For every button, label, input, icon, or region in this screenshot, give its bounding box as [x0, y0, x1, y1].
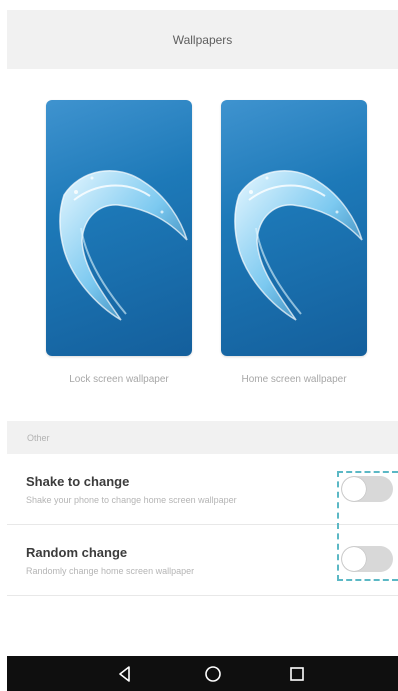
toggle-knob — [342, 547, 366, 571]
home-screen-wallpaper-label: Home screen wallpaper — [241, 374, 347, 385]
back-icon — [119, 665, 130, 682]
toggle-knob — [342, 477, 366, 501]
lock-screen-wallpaper-label: Lock screen wallpaper — [69, 374, 169, 385]
home-screen-wallpaper-thumbnail[interactable] — [221, 100, 367, 356]
setting-title: Shake to change — [26, 474, 130, 489]
recent-apps-button[interactable] — [277, 656, 317, 691]
home-button[interactable] — [193, 656, 233, 691]
water-splash-icon — [59, 170, 188, 321]
navigation-bar — [7, 656, 398, 691]
random-change-toggle[interactable] — [341, 546, 393, 572]
wallpaper-previews: Lock screen wallpaper Home screen wallpa… — [0, 100, 398, 390]
wallpapers-screen: Wallpapers Lock screen wallpaper Home sc… — [0, 0, 398, 691]
back-button[interactable] — [105, 656, 145, 691]
shake-to-change-toggle[interactable] — [341, 476, 393, 502]
section-header-other: Other — [7, 421, 398, 454]
page-title: Wallpapers — [172, 32, 233, 47]
setting-subtitle: Randomly change home screen wallpaper — [26, 566, 195, 576]
water-splash-icon — [234, 170, 363, 321]
lock-screen-wallpaper-thumbnail[interactable] — [46, 100, 192, 356]
setting-subtitle: Shake your phone to change home screen w… — [26, 495, 237, 505]
recent-apps-icon — [290, 666, 304, 681]
section-title: Other — [27, 432, 50, 443]
setting-title: Random change — [26, 545, 128, 560]
title-bar: Wallpapers — [7, 10, 398, 69]
home-icon — [205, 665, 221, 682]
